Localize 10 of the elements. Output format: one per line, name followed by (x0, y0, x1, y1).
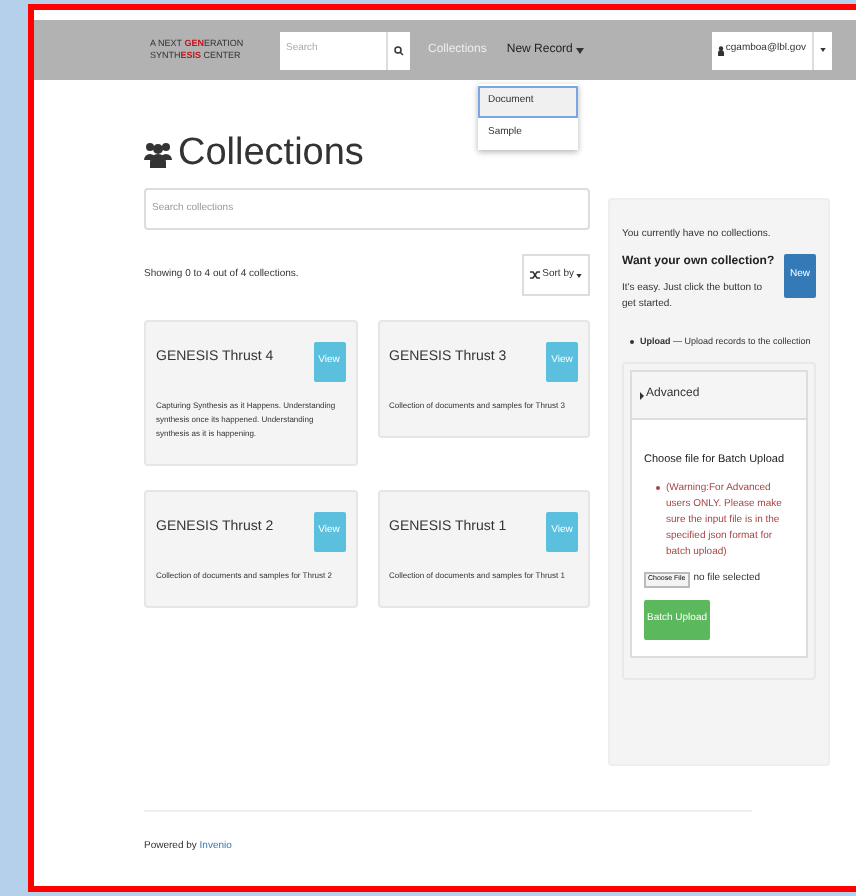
caret-icon (640, 391, 644, 400)
shuffle-icon (530, 270, 541, 280)
caret-icon (820, 48, 826, 52)
users-icon (144, 139, 172, 167)
caret-icon (576, 273, 582, 277)
page-title: Collections (178, 134, 364, 172)
search-icon (394, 45, 404, 55)
user-icon (717, 45, 724, 55)
caret-icon (576, 47, 585, 53)
search-button[interactable] (386, 31, 410, 69)
